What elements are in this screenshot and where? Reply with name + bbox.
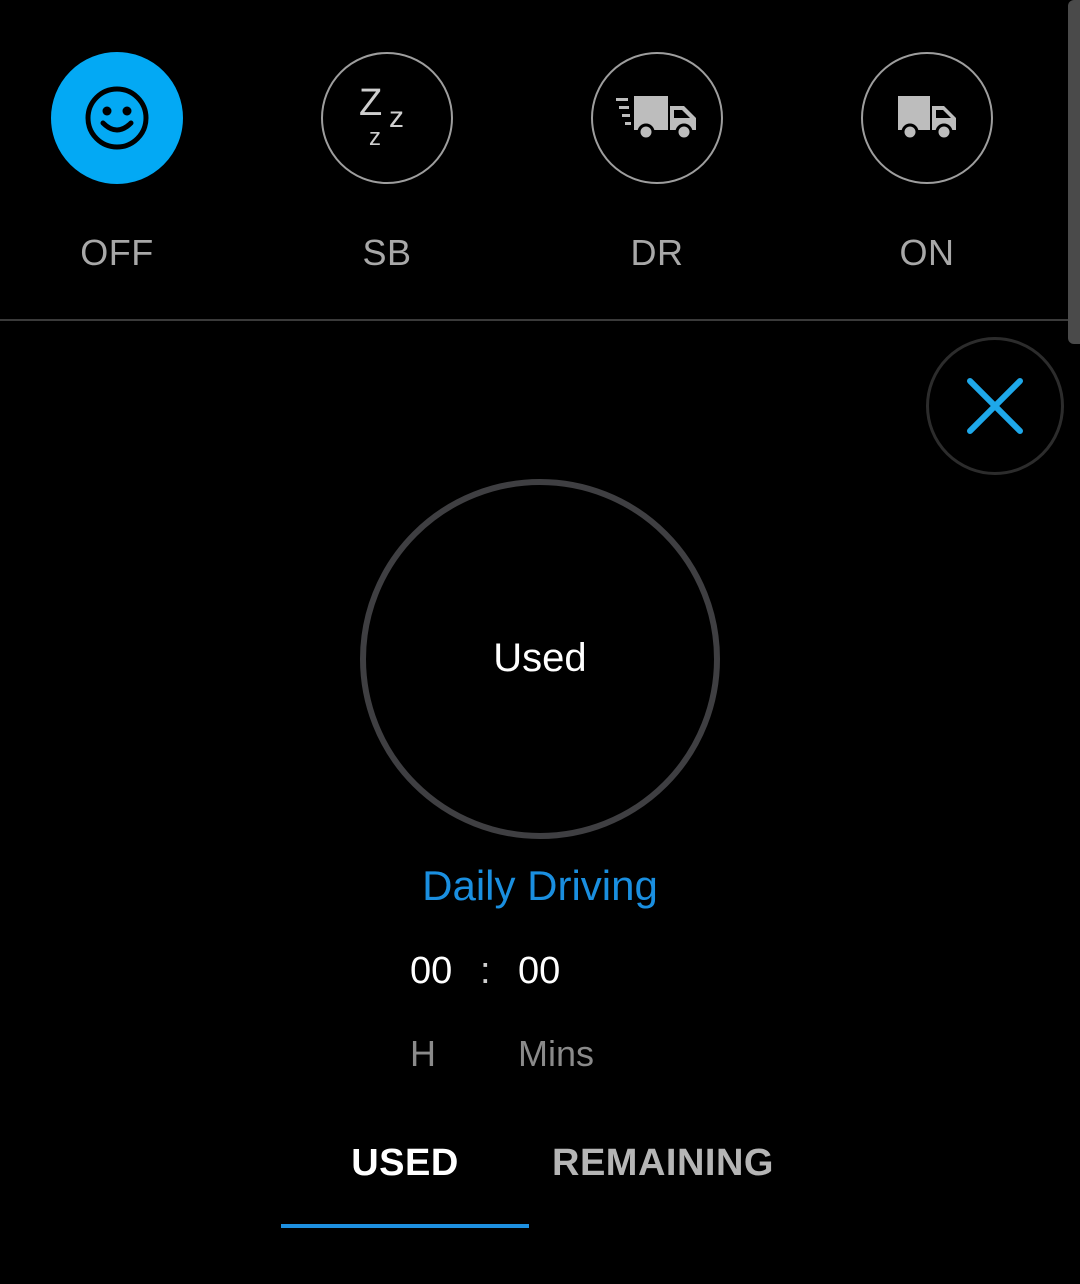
svg-text:z: z — [369, 124, 381, 151]
tab-remaining-label: REMAINING — [552, 1142, 774, 1184]
svg-text:z: z — [389, 101, 404, 134]
status-on-label: ON — [899, 232, 955, 273]
usage-gauge: Used — [360, 479, 720, 839]
selected-tab-indicator — [281, 1224, 529, 1228]
status-sb-button[interactable]: Z z z — [321, 52, 453, 184]
status-dr-button[interactable] — [591, 52, 723, 184]
gauge-label: Used — [493, 635, 587, 680]
status-on-button[interactable] — [861, 52, 993, 184]
status-dr-option[interactable]: DR — [591, 52, 727, 282]
minutes-value: 00 — [518, 950, 561, 992]
sleep-zzz-icon: Z z z — [359, 83, 404, 151]
truck-icon — [898, 96, 956, 141]
section-divider — [0, 319, 1080, 321]
status-dr-label: DR — [630, 232, 684, 273]
status-off-option[interactable]: OFF — [51, 52, 187, 282]
minutes-unit-label: Mins — [518, 1033, 595, 1074]
hours-unit-label: H — [410, 1033, 436, 1074]
metric-title: Daily Driving — [422, 862, 658, 909]
moving-truck-icon — [616, 96, 696, 141]
close-icon — [967, 378, 1023, 434]
close-button[interactable] — [926, 337, 1064, 475]
status-off-button[interactable] — [51, 52, 183, 184]
tab-used-label: USED — [351, 1142, 459, 1184]
status-sb-label: SB — [362, 232, 412, 273]
hours-value: 00 — [410, 950, 453, 992]
svg-text:Z: Z — [359, 83, 382, 124]
tab-used[interactable]: USED — [281, 1130, 529, 1228]
tab-remaining[interactable]: REMAINING — [529, 1130, 797, 1228]
status-sb-option[interactable]: Z z z SB — [321, 52, 457, 282]
time-separator: : — [480, 950, 491, 992]
duty-status-selector: OFF Z z z SB DR ON — [0, 0, 1080, 320]
smiley-icon — [85, 86, 149, 150]
status-off-label: OFF — [80, 232, 154, 273]
scrollbar[interactable] — [1068, 0, 1080, 344]
status-on-option[interactable]: ON — [861, 52, 997, 282]
